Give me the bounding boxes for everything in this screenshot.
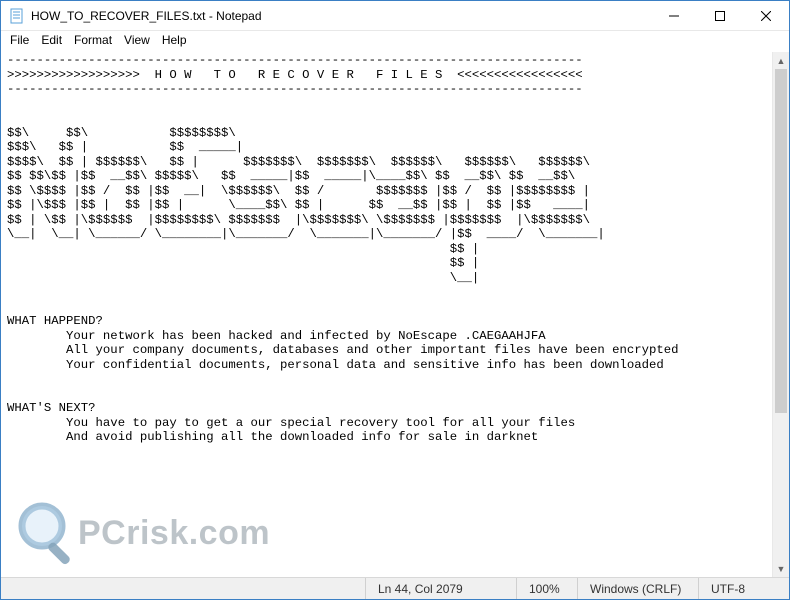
text-line: WHAT'S NEXT? [7,401,96,415]
text-line: $$ | \$$ |\$$$$$$ |$$$$$$$$\ $$$$$$$ |\$… [7,213,590,227]
text-line: And avoid publishing all the downloaded … [7,430,538,444]
minimize-button[interactable] [651,1,697,31]
text-line: WHAT HAPPEND? [7,314,103,328]
scroll-thumb[interactable] [775,69,787,413]
text-line: ----------------------------------------… [7,82,583,96]
window-title: HOW_TO_RECOVER_FILES.txt - Notepad [31,9,651,23]
text-line: You have to pay to get a our special rec… [7,416,575,430]
menubar: File Edit Format View Help [1,31,789,51]
menu-edit[interactable]: Edit [36,32,67,51]
text-line: $$ $$\$$ |$$ __$$\ $$$$$\ $$ _____|$$ __… [7,169,575,183]
menu-help[interactable]: Help [157,32,192,51]
text-line: Your confidential documents, personal da… [7,358,664,372]
titlebar[interactable]: HOW_TO_RECOVER_FILES.txt - Notepad [1,1,789,31]
notepad-icon [9,8,25,24]
text-line: ----------------------------------------… [7,53,583,67]
scroll-track[interactable] [773,69,789,560]
window-controls [651,1,789,30]
text-line: \__| \__| \______/ \________|\_______/ \… [7,227,605,241]
text-line: $$ | [7,256,479,270]
maximize-button[interactable] [697,1,743,31]
status-position: Ln 44, Col 2079 [366,578,516,599]
scroll-up-icon[interactable]: ▲ [773,52,789,69]
status-zoom: 100% [517,578,577,599]
vertical-scrollbar[interactable]: ▲ ▼ [772,52,789,577]
text-line: $$\ $$\ $$$$$$$$\ [7,126,236,140]
text-line: >>>>>>>>>>>>>>>>>> H O W T O R E C O V E… [7,68,583,82]
text-line: \__| [7,271,479,285]
text-line: $$$$\ $$ | $$$$$$\ $$ | $$$$$$$\ $$$$$$$… [7,155,590,169]
menu-format[interactable]: Format [69,32,117,51]
text-line: $$ \$$$$ |$$ / $$ |$$ __| \$$$$$$\ $$ / … [7,184,590,198]
text-line: $$$\ $$ | $$ _____| [7,140,243,154]
text-line: All your company documents, databases an… [7,343,679,357]
text-line: Your network has been hacked and infecte… [7,329,546,343]
text-area[interactable]: ----------------------------------------… [1,51,789,577]
scroll-down-icon[interactable]: ▼ [773,560,789,577]
notepad-window: HOW_TO_RECOVER_FILES.txt - Notepad File … [0,0,790,600]
menu-view[interactable]: View [119,32,155,51]
text-line: $$ |\$$$ |$$ | $$ |$$ | \____$$\ $$ | $$… [7,198,590,212]
text-line: $$ | [7,242,479,256]
menu-file[interactable]: File [5,32,34,51]
close-button[interactable] [743,1,789,31]
statusbar: Ln 44, Col 2079 100% Windows (CRLF) UTF-… [1,577,789,599]
status-eol: Windows (CRLF) [578,578,698,599]
status-encoding: UTF-8 [699,578,789,599]
